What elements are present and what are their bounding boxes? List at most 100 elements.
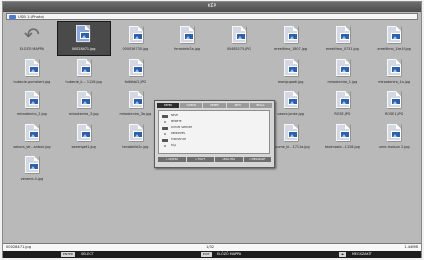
file-item[interactable]: ROSE1.JPG — [368, 87, 420, 120]
cancel-button[interactable]: < MEGSZAKÍT — [243, 157, 271, 162]
file-name: foltökbl2.JPG — [124, 79, 147, 84]
file-item[interactable]: ereeltimo_1ke1f.jpg — [368, 22, 420, 55]
file-name: ferrodele2a.jpg — [174, 47, 201, 51]
option-date[interactable]: DÁTUM SZERINT — [162, 126, 192, 131]
option-sort[interactable]: RENDEZÉS — [162, 132, 185, 137]
file-item[interactable]: foltökbl2.JPG — [110, 55, 162, 88]
image-file-icon — [127, 123, 145, 143]
tab-videos[interactable]: VIDEÓK — [180, 103, 203, 108]
tab-info[interactable]: INFÓ — [226, 103, 249, 108]
image-file-icon — [75, 58, 93, 78]
continue-button[interactable]: > FOLYT. — [186, 157, 214, 162]
file-name: mirooteniro_1.jpg — [327, 79, 358, 84]
file-item[interactable]: ferrodele2a.jpg — [161, 22, 213, 55]
option-file[interactable]: FÁJL — [162, 144, 176, 149]
file-name: ereeltimo_1ke1f.jpg — [377, 47, 411, 51]
bullet-icon — [164, 133, 166, 136]
bullet-icon — [164, 145, 166, 148]
image-file-icon — [334, 90, 352, 110]
file-item[interactable]: 00028471.jpg — [56, 21, 111, 56]
file-name: 00485275.JPG — [226, 47, 251, 51]
image-file-icon — [178, 25, 196, 45]
image-file-icon — [230, 25, 248, 45]
tab-settings[interactable]: BEÁLL. — [249, 103, 273, 108]
file-item[interactable]: hubecie_k... 1126.jpg — [58, 55, 110, 88]
image-file-icon — [385, 123, 403, 143]
enter-key-label: SELECT — [81, 252, 94, 256]
enter-key: ENTER — [61, 252, 75, 257]
popup-buttons: < LEJÁTSZ > FOLYT. LEÁLLÍTÁS < MEGSZAKÍT — [158, 157, 271, 162]
file-item[interactable]: sakura_str...anbuk.jpg — [6, 120, 58, 153]
image-file-icon — [127, 58, 145, 78]
file-item[interactable]: mongupadi.jpg — [265, 55, 317, 88]
image-file-icon — [282, 123, 300, 143]
file-name: sakura_str...anbuk.jpg — [13, 144, 51, 149]
image-file-icon — [334, 123, 352, 143]
image-file-icon — [127, 90, 145, 110]
file-item[interactable]: 00485275.JPG — [213, 22, 265, 55]
file-name: mirooteniro_3.jpg — [68, 112, 99, 116]
file-item[interactable]: mirooteniro_1.jpg — [317, 55, 369, 88]
file-name: veramk-4.jpg — [20, 177, 44, 181]
tab-pictures[interactable]: KÉPEK — [157, 103, 180, 108]
file-name: hubecie_k... 1126.jpg — [65, 79, 102, 84]
play-button[interactable]: < LEJÁTSZ — [158, 157, 186, 162]
popup-option-list: NÉVE MÉRETE DÁTUM SZERINT RENDEZÉS FORMÁ… — [158, 110, 270, 154]
option-format[interactable]: FORMÁTUM — [162, 138, 186, 143]
file-item[interactable]: mirooteniro_3.jpg — [58, 87, 110, 120]
file-item[interactable]: teoimosie...1126.jpg — [317, 120, 369, 153]
file-item[interactable]: mirooteniro_2.jpg — [6, 87, 58, 120]
image-file-icon — [282, 90, 300, 110]
grid-cell-covered — [161, 55, 213, 88]
file-browser-window: KÉP USB 1:\Photo\ ↶ ELŐZŐ MAPPA 00028471.j… — [2, 1, 422, 258]
path-text: USB 1:\Photo\ — [18, 14, 45, 19]
sort-icon — [162, 115, 168, 118]
image-file-icon — [385, 90, 403, 110]
arrow-keys-label: MEGSZAKÍT — [352, 252, 372, 256]
file-name: mirooteniro_2.jpg — [16, 112, 47, 116]
image-file-icon — [282, 25, 300, 45]
window-title: KÉP — [3, 2, 421, 12]
file-name: ereeltimo_0731.jpg — [325, 47, 359, 51]
file-item[interactable]: ereeltimo_1807.jpg — [265, 22, 317, 55]
file-item[interactable]: seeenget1.jpg — [58, 120, 110, 153]
sort-icon — [162, 127, 168, 130]
exit-key: EXIT — [201, 252, 212, 257]
file-name: seeenget1.jpg — [71, 144, 96, 149]
option-name[interactable]: NÉVE — [162, 114, 178, 119]
image-file-icon — [75, 90, 93, 110]
file-item[interactable]: hubecie.pumskert.jpg — [6, 55, 58, 88]
bullet-icon — [164, 121, 166, 124]
file-name: 000036735.jpg — [122, 47, 149, 51]
file-item[interactable]: urne-molsun 2.jpg — [368, 120, 420, 153]
grid-cell-covered — [213, 55, 265, 88]
file-name: ROSE1.JPG — [385, 112, 404, 116]
status-size: 1.44MB — [404, 245, 418, 249]
parent-folder-item[interactable]: ↶ ELŐZŐ MAPPA — [6, 22, 58, 55]
image-file-icon — [385, 25, 403, 45]
image-file-icon — [23, 155, 41, 175]
file-name: ELŐZŐ MAPPA — [19, 47, 44, 51]
tab-music[interactable]: ZENÉK — [203, 103, 226, 108]
option-size[interactable]: MÉRETE — [162, 120, 182, 125]
sort-icon — [162, 139, 168, 142]
file-item[interactable]: mirooteniro_1a.jpg — [368, 55, 420, 88]
stop-button[interactable]: LEÁLLÍTÁS — [215, 157, 243, 162]
image-file-icon — [23, 123, 41, 143]
file-name: ROSE.JPG — [334, 112, 351, 116]
image-file-icon — [75, 123, 93, 143]
image-file-icon — [23, 58, 41, 78]
key-hint-bar: ENTER SELECT EXIT ELŐZŐ MAPPA ◂▸ MEGSZAK… — [3, 251, 421, 258]
file-name: 00028471.jpg — [71, 47, 96, 51]
path-bar: USB 1:\Photo\ — [6, 13, 418, 20]
file-item[interactable]: ereeltimo_0731.jpg — [317, 22, 369, 55]
image-file-icon — [23, 90, 41, 110]
folder-icon — [9, 15, 16, 19]
file-name: hubecie.pumskert.jpg — [13, 79, 51, 84]
file-item[interactable]: ROSE.JPG — [317, 87, 369, 120]
popup-tabs: KÉPEK VIDEÓK ZENÉK INFÓ BEÁLL. — [157, 103, 273, 108]
file-name: urne-molsun 2.jpg — [378, 144, 410, 149]
file-item[interactable]: 000036735.jpg — [110, 22, 162, 55]
file-item[interactable]: veramk-4.jpg — [6, 152, 58, 185]
file-name: mongupadi.jpg — [277, 79, 304, 84]
